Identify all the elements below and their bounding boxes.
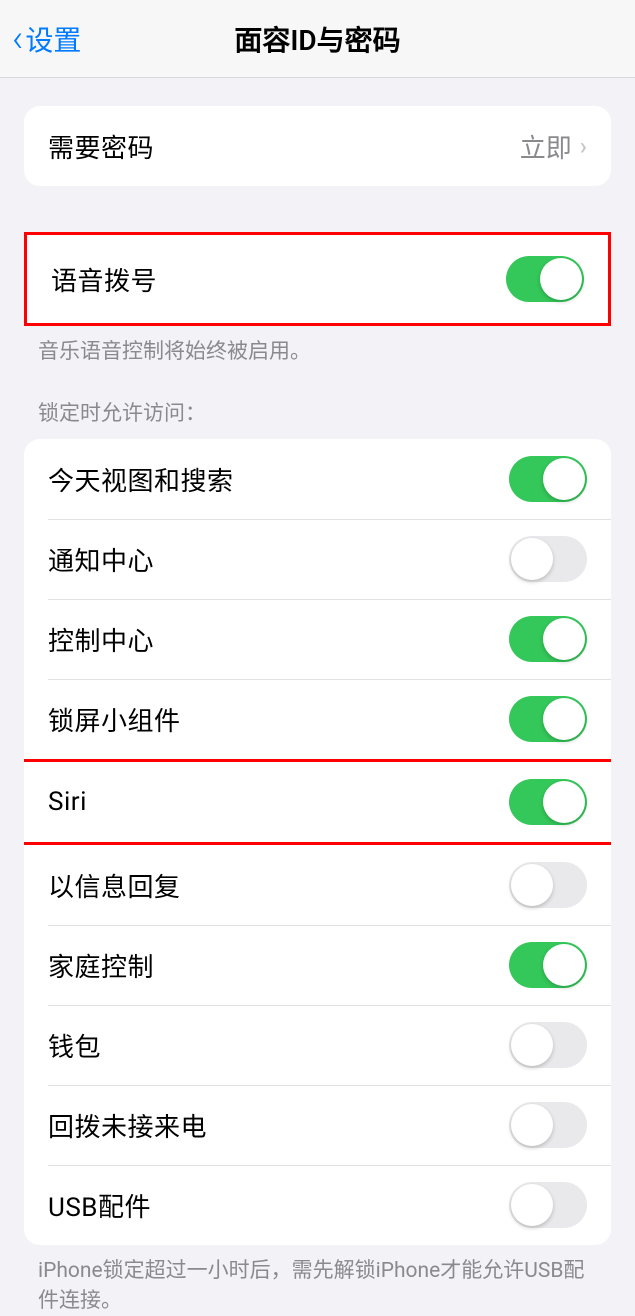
lock-access-item-label: 今天视图和搜索 [48,461,234,498]
lock-access-toggle[interactable] [509,862,587,908]
lock-access-footer: iPhone锁定超过一小时后，需先解锁iPhone才能允许USB配件连接。 [0,1245,635,1316]
toggle-knob-icon [511,538,553,580]
require-passcode-row[interactable]: 需要密码 立即 › [24,106,611,186]
voice-dial-row: 语音拨号 [27,235,608,323]
lock-access-item-label: 控制中心 [48,621,154,658]
toggle-knob-icon [511,1024,553,1066]
lock-access-item-label: USB配件 [48,1187,151,1224]
toggle-knob-icon [543,458,585,500]
lock-access-row: 控制中心 [24,599,611,679]
voice-dial-footer: 音乐语音控制将始终被启用。 [0,326,635,367]
lock-access-item-label: 回拨未接来电 [48,1107,207,1144]
lock-access-row: 以信息回复 [24,845,611,925]
voice-dial-highlight: 语音拨号 [24,232,611,326]
lock-access-toggle[interactable] [509,1022,587,1068]
toggle-knob-icon [543,698,585,740]
lock-access-row: Siri [24,762,611,842]
nav-header: ‹ 设置 面容ID与密码 [0,0,635,78]
require-passcode-label: 需要密码 [48,128,154,165]
lock-access-toggle[interactable] [509,456,587,502]
lock-access-row: 锁屏小组件 [24,679,611,759]
page-title: 面容ID与密码 [0,19,635,59]
toggle-knob-icon [511,1184,553,1226]
lock-access-item-label: 以信息回复 [48,867,181,904]
back-button[interactable]: ‹ 设置 [0,19,81,59]
lock-access-item-label: 钱包 [48,1027,101,1064]
lock-access-toggle[interactable] [509,942,587,988]
lock-access-item-label: Siri [48,787,87,817]
back-label: 设置 [25,19,81,59]
lock-access-row: 钱包 [24,1005,611,1085]
toggle-knob-icon [543,944,585,986]
lock-access-toggle[interactable] [509,1182,587,1228]
lock-access-group: 今天视图和搜索通知中心控制中心锁屏小组件 Siri 以信息回复家庭控制钱包回拨未接来… [24,439,611,1245]
require-passcode-value: 立即 [520,128,572,165]
toggle-knob-icon [511,1104,553,1146]
lock-access-item-label: 家庭控制 [48,947,154,984]
lock-access-row: 家庭控制 [24,925,611,1005]
siri-highlight: Siri [24,759,611,845]
toggle-knob-icon [543,781,585,823]
toggle-knob-icon [543,618,585,660]
lock-access-toggle[interactable] [509,536,587,582]
voice-dial-toggle[interactable] [506,256,584,302]
voice-dial-label: 语音拨号 [51,261,157,298]
lock-access-item-label: 通知中心 [48,541,154,578]
lock-access-toggle[interactable] [509,616,587,662]
chevron-right-icon: › [580,132,587,160]
lock-access-row: 回拨未接来电 [24,1085,611,1165]
toggle-knob-icon [540,258,582,300]
lock-access-row: USB配件 [24,1165,611,1245]
chevron-left-icon: ‹ [12,20,23,58]
lock-access-toggle[interactable] [509,1102,587,1148]
lock-access-header: 锁定时允许访问： [0,397,635,439]
lock-access-row: 通知中心 [24,519,611,599]
toggle-knob-icon [511,864,553,906]
lock-access-row: 今天视图和搜索 [24,439,611,519]
lock-access-toggle[interactable] [509,696,587,742]
lock-access-item-label: 锁屏小组件 [48,701,181,738]
lock-access-toggle[interactable] [509,779,587,825]
